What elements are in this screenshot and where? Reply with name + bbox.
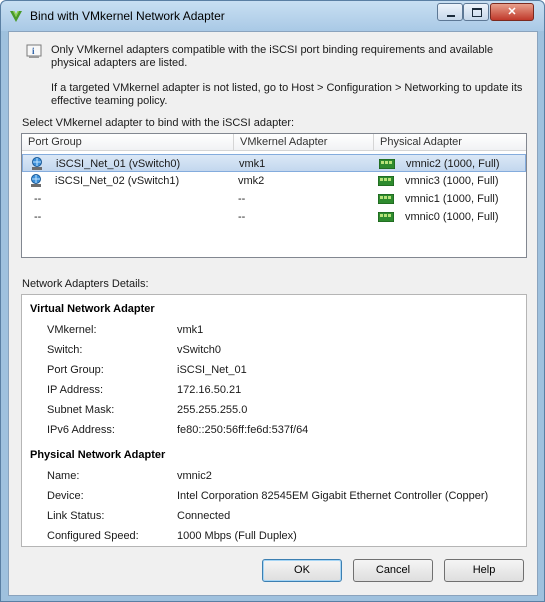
cell-physical-adapter: vmnic1 (1000, Full): [405, 193, 499, 205]
cell-physical-adapter: vmnic3 (1000, Full): [405, 175, 499, 187]
dialog-window: Bind with VMkernel Network Adapter ✕ i O…: [0, 0, 545, 602]
column-physical-adapter[interactable]: Physical Adapter: [374, 134, 526, 151]
detail-key: Link Status:: [47, 510, 105, 522]
detail-key: Port Group:: [47, 364, 104, 376]
vsphere-logo-icon: [10, 11, 22, 22]
cell-vmkernel-adapter: --: [238, 193, 246, 205]
detail-value: 255.255.255.0: [177, 404, 248, 416]
cell-vmkernel-adapter: --: [238, 211, 246, 223]
info-message-teaming: If a targeted VMkernel adapter is not li…: [51, 82, 523, 107]
cell-port-group: iSCSI_Net_02 (vSwitch1): [55, 175, 180, 187]
cancel-button[interactable]: Cancel: [353, 559, 433, 582]
help-button[interactable]: Help: [444, 559, 524, 582]
select-adapter-label: Select VMkernel adapter to bind with the…: [22, 117, 295, 129]
column-vmkernel-adapter[interactable]: VMkernel Adapter: [234, 134, 374, 151]
detail-key: Switch:: [47, 344, 83, 356]
detail-key: Configured Speed:: [47, 530, 139, 542]
table-row[interactable]: -- -- vmnic1 (1000, Full): [22, 190, 526, 208]
cell-physical-adapter: vmnic0 (1000, Full): [405, 211, 499, 223]
maximize-button[interactable]: [463, 3, 489, 21]
table-row[interactable]: iSCSI_Net_02 (vSwitch1) vmk2 vmnic3 (100…: [22, 172, 526, 190]
network-port-icon: [32, 157, 42, 170]
close-button[interactable]: ✕: [490, 3, 534, 21]
detail-key: Subnet Mask:: [47, 404, 115, 416]
column-port-group[interactable]: Port Group: [22, 134, 234, 151]
detail-key: VMkernel:: [47, 324, 97, 336]
detail-key: Name:: [47, 470, 80, 482]
adapter-details-panel: Virtual Network Adapter VMkernel: vmk1 S…: [21, 294, 527, 547]
cell-port-group: iSCSI_Net_01 (vSwitch0): [56, 158, 181, 170]
detail-value: iSCSI_Net_01: [177, 364, 247, 376]
adapter-table[interactable]: Port Group VMkernel Adapter Physical Ada…: [21, 133, 527, 258]
detail-value: vmk1: [177, 324, 204, 336]
network-port-icon: [31, 174, 41, 187]
physical-nic-icon: [378, 176, 394, 186]
table-header: Port Group VMkernel Adapter Physical Ada…: [22, 134, 526, 151]
physical-nic-icon: [378, 212, 394, 222]
info-message: Only VMkernel adapters compatible with t…: [51, 44, 494, 69]
physical-adapter-heading: Physical Network Adapter: [30, 449, 166, 461]
info-icon: i: [26, 44, 42, 58]
maximize-icon: [472, 8, 482, 17]
table-row[interactable]: iSCSI_Net_01 (vSwitch0) vmk1 vmnic2 (100…: [22, 154, 526, 172]
dialog-body: i Only VMkernel adapters compatible with…: [8, 31, 538, 596]
details-label: Network Adapters Details:: [22, 278, 149, 290]
detail-value: 1000 Mbps (Full Duplex): [177, 530, 297, 542]
detail-value: Intel Corporation 82545EM Gigabit Ethern…: [177, 490, 489, 502]
minimize-button[interactable]: [437, 3, 463, 21]
cell-port-group: --: [34, 211, 42, 223]
detail-value: 172.16.50.21: [177, 384, 242, 396]
cell-vmkernel-adapter: vmk2: [238, 175, 265, 187]
detail-value: vmnic2: [177, 470, 212, 482]
title-bar[interactable]: Bind with VMkernel Network Adapter ✕: [1, 1, 544, 31]
close-icon: ✕: [507, 6, 517, 18]
detail-value: fe80::250:56ff:fe6d:537f/64: [177, 424, 309, 436]
detail-key: IPv6 Address:: [47, 424, 115, 436]
physical-nic-icon: [379, 159, 395, 169]
minimize-icon: [447, 15, 455, 17]
virtual-adapter-heading: Virtual Network Adapter: [30, 303, 155, 315]
detail-value: vSwitch0: [177, 344, 222, 356]
cell-port-group: --: [34, 193, 42, 205]
cell-physical-adapter: vmnic2 (1000, Full): [406, 158, 500, 170]
detail-key: IP Address:: [47, 384, 104, 396]
physical-nic-icon: [378, 194, 394, 204]
cell-vmkernel-adapter: vmk1: [239, 158, 266, 170]
window-title: Bind with VMkernel Network Adapter: [30, 9, 225, 23]
ok-button[interactable]: OK: [262, 559, 342, 582]
table-row[interactable]: -- -- vmnic0 (1000, Full): [22, 208, 526, 226]
detail-key: Device:: [47, 490, 84, 502]
detail-value: Connected: [177, 510, 231, 522]
